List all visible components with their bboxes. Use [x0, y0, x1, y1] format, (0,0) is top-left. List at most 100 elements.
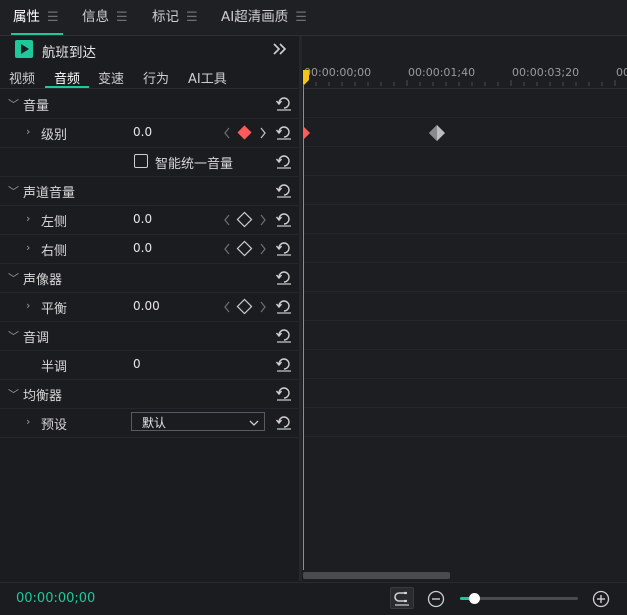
section-title: 音调 — [23, 331, 50, 346]
row-normalize: 智能统一音量 — [0, 147, 298, 177]
field-label: 右侧 — [41, 244, 68, 259]
section-pitch[interactable]: ﹀ 音调 — [0, 321, 298, 351]
reset-icon[interactable] — [275, 413, 293, 431]
tab-label: AI超清画质 — [221, 9, 289, 25]
chevron-down-icon: ﹀ — [8, 98, 19, 111]
section-channel-volume[interactable]: ﹀ 声道音量 — [0, 176, 298, 206]
snap-magnet-icon[interactable] — [390, 587, 414, 609]
zoom-slider-track[interactable] — [460, 593, 578, 604]
level-value[interactable]: 0.0 — [133, 125, 152, 139]
row-level: › 级别 0.0 — [0, 118, 298, 148]
field-label: 左侧 — [41, 215, 68, 230]
zoom-in-icon[interactable] — [592, 590, 610, 612]
field-label: 平衡 — [41, 302, 68, 317]
reset-icon[interactable] — [275, 326, 293, 344]
section-title: 声像器 — [23, 273, 63, 288]
chevron-down-icon: ﹀ — [8, 388, 19, 401]
row-semitone: 半调 0 — [0, 350, 298, 380]
reset-icon[interactable] — [275, 297, 293, 315]
play-icon[interactable] — [15, 40, 33, 58]
tab-label: 属性 — [13, 9, 40, 25]
field-label: 半调 — [41, 360, 68, 375]
ruler-label: 00:00:01;40 — [408, 66, 476, 79]
reset-icon[interactable] — [275, 268, 293, 286]
normalize-checkbox[interactable] — [134, 154, 148, 168]
menu-icon: ☰ — [295, 10, 307, 25]
field-label: 预设 — [41, 418, 68, 433]
keyframe-nav — [222, 124, 270, 142]
chevron-right-icon[interactable]: › — [26, 125, 30, 138]
chevron-right-icon[interactable]: › — [26, 212, 30, 225]
section-panner[interactable]: ﹀ 声像器 — [0, 263, 298, 293]
timeline-row — [303, 350, 627, 379]
tab-info[interactable]: 信息 ☰ — [82, 0, 128, 35]
reset-icon[interactable] — [275, 152, 293, 170]
tab-markers[interactable]: 标记 ☰ — [152, 0, 198, 35]
subtab-speed[interactable]: 变速 — [98, 68, 124, 87]
ruler-label: 00:00:00;00 — [304, 66, 372, 79]
reset-icon[interactable] — [275, 384, 293, 402]
timeline-row — [303, 292, 627, 321]
reset-icon[interactable] — [275, 210, 293, 228]
section-title: 均衡器 — [23, 389, 63, 404]
reset-icon[interactable] — [275, 355, 293, 373]
balance-value[interactable]: 0.00 — [133, 299, 160, 313]
row-balance: › 平衡 0.00 — [0, 292, 298, 322]
zoom-out-icon[interactable] — [427, 590, 445, 612]
timeline-row — [303, 321, 627, 350]
keyframe-nav — [222, 240, 270, 258]
tab-label: 标记 — [152, 9, 179, 25]
playhead-handle[interactable] — [303, 70, 311, 86]
chevron-right-icon[interactable]: › — [26, 415, 30, 428]
tab-ai-enhance[interactable]: AI超清画质 ☰ — [221, 0, 307, 35]
keyframe-marker[interactable] — [428, 124, 446, 146]
chevron-right-icon[interactable]: › — [26, 241, 30, 254]
panel-tab-bar: 属性 ☰ 信息 ☰ 标记 ☰ AI超清画质 ☰ — [0, 0, 627, 36]
subtab-behavior[interactable]: 行为 — [143, 68, 169, 87]
chevron-down-icon: ﹀ — [8, 185, 19, 198]
preset-dropdown[interactable]: 默认 — [131, 412, 265, 431]
row-left-channel: › 左侧 0.0 — [0, 205, 298, 235]
preset-selected-value: 默认 — [142, 416, 167, 430]
row-right-channel: › 右侧 0.0 — [0, 234, 298, 264]
reset-icon[interactable] — [275, 94, 293, 112]
timecode-display: 00:00:00;00 — [16, 591, 96, 606]
ruler-label: 00:0 — [616, 66, 627, 79]
chevron-down-icon: ﹀ — [8, 272, 19, 285]
keyframe-nav — [222, 211, 270, 229]
timeline-scrollbar-thumb[interactable] — [303, 572, 450, 579]
chevron-right-icon[interactable]: › — [26, 299, 30, 312]
panel-splitter[interactable] — [299, 36, 302, 581]
field-label: 级别 — [41, 128, 68, 143]
tab-label: 信息 — [82, 9, 109, 25]
timeline-row — [303, 176, 627, 205]
left-value[interactable]: 0.0 — [133, 212, 152, 226]
subtab-video[interactable]: 视频 — [9, 68, 35, 87]
tab-properties[interactable]: 属性 ☰ — [11, 0, 63, 35]
clip-title: 航班到达 — [42, 45, 96, 61]
collapse-panel-icon[interactable] — [271, 41, 289, 57]
reset-icon[interactable] — [275, 181, 293, 199]
menu-icon: ☰ — [116, 10, 128, 25]
ruler-label: 00:00:03;20 — [512, 66, 580, 79]
reset-icon[interactable] — [275, 123, 293, 141]
semitone-value[interactable]: 0 — [133, 357, 141, 371]
section-equalizer[interactable]: ﹀ 均衡器 — [0, 379, 298, 409]
section-title: 声道音量 — [23, 186, 76, 201]
section-volume[interactable]: ﹀ 音量 — [0, 89, 298, 119]
timeline-row — [303, 118, 627, 147]
menu-icon: ☰ — [47, 10, 59, 25]
timeline-row — [303, 234, 627, 263]
checkbox-label: 智能统一音量 — [155, 157, 234, 172]
keyframe-nav — [222, 298, 270, 316]
subtab-audio[interactable]: 音频 — [54, 68, 80, 87]
reset-icon[interactable] — [275, 239, 293, 257]
timeline-row — [303, 205, 627, 234]
timeline-row — [303, 147, 627, 176]
right-value[interactable]: 0.0 — [133, 241, 152, 255]
timeline-row — [303, 89, 627, 118]
playhead-line — [303, 84, 304, 570]
chevron-down-icon: ﹀ — [8, 330, 19, 343]
subtab-ai-tools[interactable]: AI工具 — [188, 68, 227, 87]
chevron-down-icon — [248, 417, 260, 432]
